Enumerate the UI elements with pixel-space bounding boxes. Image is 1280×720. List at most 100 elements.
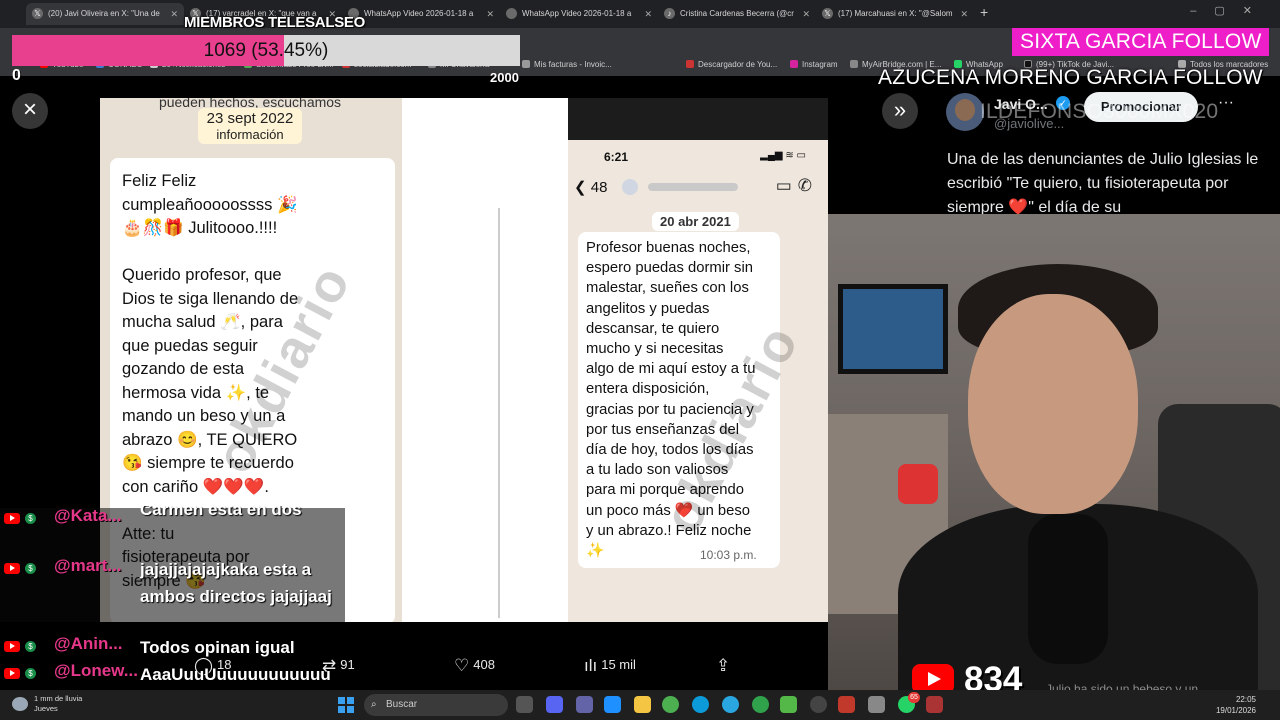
chat-platform-icons: $ [4, 665, 36, 683]
download-icon [686, 60, 694, 68]
app-icon[interactable] [868, 696, 885, 713]
like-count: 408 [473, 657, 495, 672]
members-goal-text: 1069 (53.45%) [203, 40, 329, 61]
app-icon[interactable] [838, 696, 855, 713]
youtube-icon [4, 668, 20, 680]
close-tab-icon[interactable]: ✕ [644, 3, 652, 25]
browser-tab[interactable]: 𝕏 (20) Javi Oliveira en X: "Una de ✕ [26, 3, 184, 25]
date-text: 23 sept 2022 [206, 110, 294, 127]
bookmark-item[interactable]: Mis facturas - Invoic... [522, 60, 612, 69]
members-goal-title: MIEMBROS TELESALSEO [184, 14, 365, 31]
bookmark-item[interactable]: Instagram [790, 60, 838, 69]
avatar[interactable] [946, 93, 984, 131]
back-button[interactable]: ❮ 48 [574, 178, 607, 196]
whatsapp-screenshot-right[interactable]: 6:21 ▂▄▆ ≋ ▭ ❮ 48 ▭✆ 20 abr 2021 Profeso… [568, 98, 828, 622]
task-view-icon[interactable] [516, 696, 533, 713]
tab-title: WhatsApp Video 2026-01-18 a [522, 9, 632, 18]
scroll-divider [498, 208, 500, 618]
members-goal-min: 0 [12, 67, 21, 84]
close-tab-icon[interactable]: ✕ [802, 3, 810, 25]
weather-widget[interactable]: 1 mm de lluvia Jueves [34, 694, 82, 714]
chat-username: @mart... [54, 556, 122, 575]
date-chip: 23 sept 2022 información [198, 108, 302, 144]
weather-line-2: Jueves [34, 704, 58, 713]
chat-platform-icons: $ [4, 560, 36, 578]
chrome-icon[interactable] [662, 696, 679, 713]
unread-count: 48 [590, 179, 608, 196]
follow-alert-3: ILDEFONSO3000MX020 [980, 100, 1219, 123]
search-placeholder: Buscar [386, 699, 418, 710]
repost-count: 91 [340, 657, 355, 672]
person-face [968, 294, 1138, 514]
taskbar-search[interactable]: ⌕ Buscar [364, 694, 508, 716]
bookmark-item[interactable]: Descargador de You... [686, 60, 777, 69]
store-icon[interactable] [604, 696, 621, 713]
more-options-icon[interactable]: ··· [1218, 94, 1234, 112]
edge-icon[interactable] [692, 696, 709, 713]
tab-title: WhatsApp Video 2026-01-18 a [364, 9, 474, 18]
windows-start-icon[interactable] [338, 697, 354, 713]
like-button[interactable]: ♡ 408 [454, 656, 495, 676]
chat-username: @Anin... [54, 634, 123, 653]
search-icon: ⌕ [371, 699, 377, 710]
heart-icon: ♡ [454, 656, 470, 675]
close-button[interactable]: × [12, 93, 48, 129]
new-tab-button[interactable]: + [980, 4, 988, 20]
notification-badge: 65 [908, 692, 920, 703]
chat-text: Carmen esta en dos directos a la vez [140, 506, 302, 530]
browser-tab[interactable]: ♪ Cristina Cardenas Becerra (@cr ✕ [658, 3, 816, 25]
message-time: 10:03 p.m. [700, 548, 757, 562]
monetization-icon: $ [25, 513, 36, 525]
chat-header: ❮ 48 ▭✆ [568, 170, 828, 204]
obs-icon[interactable] [810, 696, 827, 713]
browser-tab[interactable]: 𝕏 (17) Marcahuasi en X: "@Salom ✕ [816, 3, 974, 25]
browser-tab[interactable]: WhatsApp Video 2026-01-18 a ✕ [342, 3, 500, 25]
chat-platform-icons: $ [4, 638, 36, 656]
chat-text: Todos opinan igual [140, 638, 295, 657]
signal-battery-icon: ▂▄▆ ≋ ▭ [760, 150, 806, 161]
globe-icon[interactable] [752, 696, 769, 713]
x-logo-icon: 𝕏 [822, 8, 833, 19]
close-tab-icon[interactable]: ✕ [170, 3, 178, 25]
windows-taskbar: 1 mm de lluvia Jueves ⌕ Buscar 65 22:05 … [0, 690, 1280, 720]
tab-title: (20) Javi Oliveira en X: "Una de [48, 9, 160, 18]
youtube-icon [4, 563, 20, 575]
chat-username: @Kata... [54, 506, 122, 525]
browser-tab[interactable]: WhatsApp Video 2026-01-18 a ✕ [500, 3, 658, 25]
video-call-icon[interactable]: ▭✆ [776, 176, 818, 196]
close-tab-icon[interactable]: ✕ [960, 3, 968, 25]
weather-icon[interactable] [12, 697, 28, 711]
window-controls[interactable]: –▢✕ [1190, 4, 1270, 17]
status-time: 6:21 [604, 150, 629, 164]
view-count: 15 mil [601, 657, 636, 672]
weather-line-1: 1 mm de lluvia [34, 694, 83, 703]
telegram-icon[interactable] [722, 696, 739, 713]
tab-title: (17) Marcahuasi en X: "@Salom [838, 9, 953, 18]
app-icon[interactable] [780, 696, 797, 713]
views-button[interactable]: ılı 15 mil [584, 656, 636, 676]
next-button[interactable]: » [882, 93, 918, 129]
members-goal-bar: 1069 (53.45%) [12, 35, 520, 66]
file-explorer-icon[interactable] [634, 696, 651, 713]
share-button[interactable]: ⇪ [716, 656, 734, 676]
teams-icon[interactable] [576, 696, 593, 713]
monetization-icon: $ [25, 641, 36, 653]
app-icon[interactable] [926, 696, 943, 713]
close-tab-icon[interactable]: ✕ [486, 3, 494, 25]
follow-alert-2: AZUCENA MORENO GARCIA FOLLOW [878, 66, 1263, 89]
webcam-feed [828, 214, 1280, 690]
tweet-panel: Javi O... ✓ @javiolive... Promocionar ··… [930, 76, 1280, 216]
members-goal-max: 2000 [490, 70, 519, 85]
youtube-play-button-decor [898, 464, 938, 504]
microphone [1028, 514, 1108, 664]
chat-platform-icons: $ [4, 510, 36, 528]
contact-avatar [622, 179, 638, 195]
chat-username: @Lonew... [54, 661, 138, 680]
x-logo-icon: 𝕏 [32, 8, 43, 19]
clock-time: 22:05 [1235, 695, 1256, 704]
monetization-icon: $ [25, 668, 36, 680]
phone-top-bar [568, 98, 828, 140]
discord-icon[interactable] [546, 696, 563, 713]
system-clock[interactable]: 22:05 19/01/2026 [1216, 694, 1256, 716]
instagram-icon [790, 60, 798, 68]
